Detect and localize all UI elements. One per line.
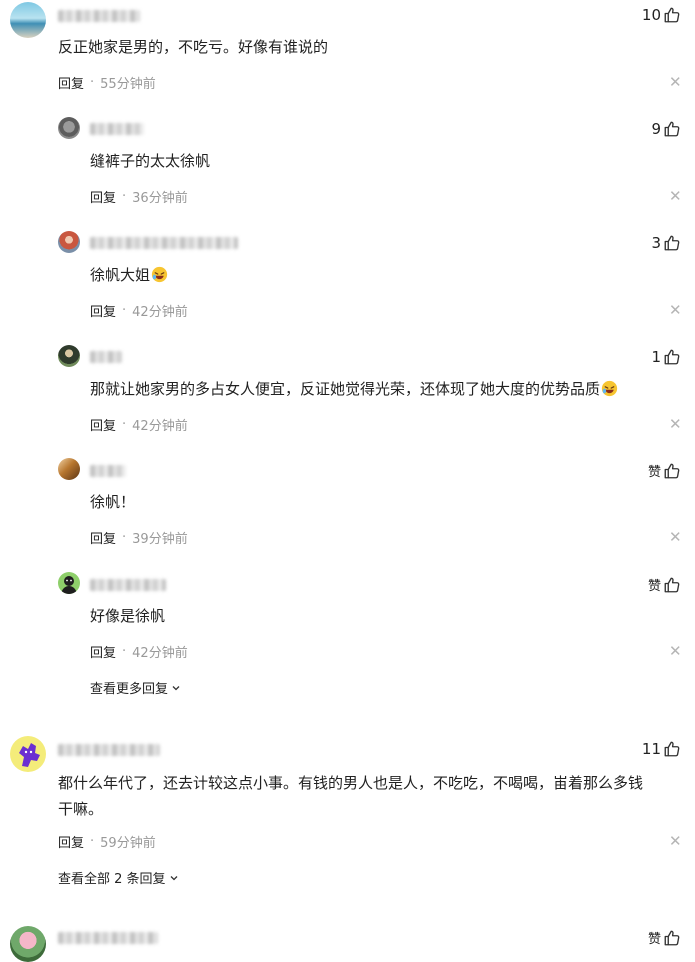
reply-meta: 回复 · 39分钟前 bbox=[90, 528, 188, 547]
avatar[interactable] bbox=[10, 736, 46, 772]
like-label: 赞 bbox=[647, 465, 661, 480]
separator-dot: · bbox=[90, 834, 95, 849]
like-button[interactable]: 赞 bbox=[648, 928, 681, 947]
like-count: 11 bbox=[641, 740, 661, 758]
like-count: 10 bbox=[641, 6, 661, 24]
separator-dot: · bbox=[122, 417, 127, 432]
reply-text: 好像是徐帆 bbox=[90, 607, 166, 625]
avatar[interactable] bbox=[10, 2, 46, 38]
avatar[interactable] bbox=[58, 231, 80, 253]
like-count: 1 bbox=[651, 348, 661, 366]
comment-text-line: 干嘛。 bbox=[58, 800, 104, 818]
thumbs-up-icon bbox=[664, 235, 680, 251]
avatar-figure bbox=[19, 743, 40, 767]
avatar[interactable] bbox=[10, 926, 46, 962]
timestamp: 42分钟前 bbox=[132, 646, 188, 661]
reply-button[interactable]: 回复 bbox=[58, 832, 84, 851]
like-count: 9 bbox=[651, 120, 661, 138]
view-more-replies-label: 查看更多回复 bbox=[90, 682, 169, 697]
thumbs-up-icon bbox=[664, 577, 680, 592]
username-blurred[interactable] bbox=[90, 351, 122, 363]
like-button[interactable]: 11 bbox=[642, 740, 681, 758]
close-icon[interactable]: ✕ bbox=[669, 75, 682, 90]
username-blurred[interactable] bbox=[90, 579, 166, 591]
username-blurred[interactable] bbox=[90, 123, 144, 135]
avatar[interactable] bbox=[58, 345, 80, 367]
separator-dot: · bbox=[122, 530, 127, 545]
chevron-down-icon bbox=[172, 685, 180, 690]
reply-text: 徐帆大姐 bbox=[90, 262, 168, 288]
comment-text-line: 都什么年代了，还去计较这点小事。有钱的男人也是人，不吃吃，不喝喝，峀着那么多钱 bbox=[58, 774, 644, 792]
close-icon[interactable]: ✕ bbox=[669, 644, 682, 659]
separator-dot: · bbox=[122, 303, 127, 318]
thumbs-up-icon bbox=[664, 349, 680, 365]
timestamp: 59分钟前 bbox=[100, 836, 156, 851]
timestamp: 39分钟前 bbox=[132, 532, 188, 547]
like-button[interactable]: 赞 bbox=[648, 461, 681, 480]
close-icon[interactable]: ✕ bbox=[669, 834, 682, 849]
reply-button[interactable]: 回复 bbox=[90, 187, 116, 206]
reply-button[interactable]: 回复 bbox=[90, 528, 116, 547]
reply-meta: 回复 · 42分钟前 bbox=[90, 415, 188, 434]
reply-button[interactable]: 回复 bbox=[90, 642, 116, 661]
view-all-replies-label: 查看全部 2 条回复 bbox=[58, 872, 166, 887]
view-all-replies-button[interactable]: 查看全部 2 条回复 bbox=[58, 868, 179, 887]
like-button[interactable]: 3 bbox=[651, 234, 681, 252]
view-more-replies-button[interactable]: 查看更多回复 bbox=[90, 678, 181, 697]
timestamp: 55分钟前 bbox=[100, 77, 156, 92]
like-label: 赞 bbox=[647, 579, 661, 594]
avatar[interactable] bbox=[58, 458, 80, 480]
like-count: 3 bbox=[651, 234, 661, 252]
reply-text-content: 那就让她家男的多占女人便宜，反证她觉得光荣，还体现了她大度的优势品质 bbox=[90, 380, 601, 398]
avatar[interactable] bbox=[58, 572, 80, 594]
reply-text: 缝裤子的太太徐帆 bbox=[90, 152, 211, 170]
timestamp: 42分钟前 bbox=[132, 419, 188, 434]
separator-dot: · bbox=[122, 189, 127, 204]
timestamp: 42分钟前 bbox=[132, 305, 188, 320]
thumbs-up-icon bbox=[664, 121, 680, 137]
comment-text: 反正她家是男的，不吃亏。好像有谁说的 bbox=[58, 38, 329, 56]
like-button[interactable]: 1 bbox=[651, 348, 681, 366]
reply-button[interactable]: 回复 bbox=[90, 415, 116, 434]
username-blurred[interactable] bbox=[90, 237, 238, 249]
thumbs-up-icon bbox=[664, 463, 680, 478]
like-label: 赞 bbox=[647, 932, 661, 947]
thumbs-up-icon bbox=[664, 741, 680, 757]
close-icon[interactable]: ✕ bbox=[669, 189, 682, 204]
laughing-emoji-icon bbox=[601, 380, 618, 397]
like-button[interactable]: 赞 bbox=[648, 575, 681, 594]
reply-text: 那就让她家男的多占女人便宜，反证她觉得光荣，还体现了她大度的优势品质 bbox=[90, 376, 618, 402]
username-blurred[interactable] bbox=[58, 932, 158, 944]
username-blurred[interactable] bbox=[58, 744, 160, 756]
comment-meta: 回复 · 59分钟前 bbox=[58, 832, 156, 851]
avatar[interactable] bbox=[58, 117, 80, 139]
reply-text-content: 徐帆大姐 bbox=[90, 266, 151, 284]
close-icon[interactable]: ✕ bbox=[669, 303, 682, 318]
reply-meta: 回复 · 42分钟前 bbox=[90, 642, 188, 661]
reply-meta: 回复 · 42分钟前 bbox=[90, 301, 188, 320]
timestamp: 36分钟前 bbox=[132, 191, 188, 206]
avatar-figure bbox=[61, 576, 77, 594]
reply-button[interactable]: 回复 bbox=[90, 301, 116, 320]
username-blurred[interactable] bbox=[58, 10, 140, 22]
reply-meta: 回复 · 36分钟前 bbox=[90, 187, 188, 206]
like-button[interactable]: 9 bbox=[651, 120, 681, 138]
separator-dot: · bbox=[90, 75, 95, 90]
reply-button[interactable]: 回复 bbox=[58, 73, 84, 92]
username-blurred[interactable] bbox=[90, 465, 126, 477]
thumbs-up-icon bbox=[664, 7, 680, 23]
reply-text: 徐帆！ bbox=[90, 493, 136, 511]
close-icon[interactable]: ✕ bbox=[669, 417, 682, 432]
close-icon[interactable]: ✕ bbox=[669, 530, 682, 545]
like-button[interactable]: 10 bbox=[642, 6, 681, 24]
comment-text: 都什么年代了，还去计较这点小事。有钱的男人也是人，不吃吃，不喝喝，峀着那么多钱 … bbox=[58, 770, 683, 822]
comment-meta: 回复 · 55分钟前 bbox=[58, 73, 156, 92]
laughing-emoji-icon bbox=[151, 266, 168, 283]
chevron-down-icon bbox=[170, 875, 178, 880]
separator-dot: · bbox=[122, 644, 127, 659]
